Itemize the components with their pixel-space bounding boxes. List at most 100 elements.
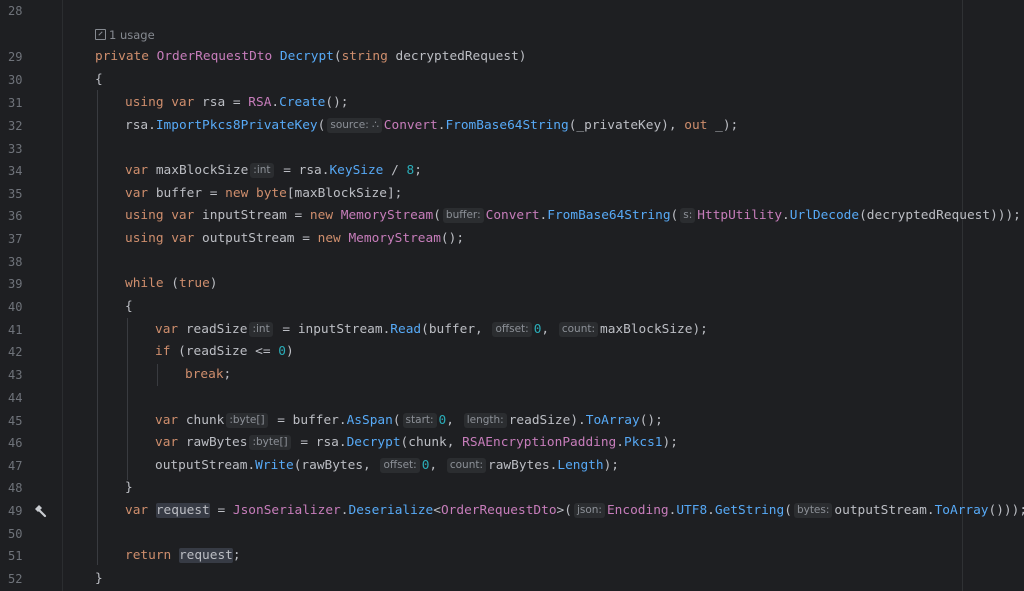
code-line[interactable]: 49 var request = JsonSerializer. Deseriali… [0, 500, 1024, 523]
code-token: outputStream. [834, 503, 935, 518]
code-text: var maxBlockSize:int = rsa.KeySize / 8; [125, 160, 422, 183]
code-token: (chunk, [400, 435, 463, 450]
code-token: { [95, 72, 103, 87]
code-token: ) [286, 344, 294, 359]
code-line[interactable]: 46 var rawBytes:byte[] = rsa.Decrypt(chun… [0, 432, 1024, 455]
code-token: = buffer. [269, 413, 347, 428]
code-token: var [155, 322, 186, 337]
code-token: private [95, 49, 157, 64]
code-token: ( [392, 413, 401, 428]
code-token: rawBytes [185, 435, 248, 450]
code-line[interactable]: 40 { [0, 296, 1024, 319]
code-token: = inputStream. [274, 322, 391, 337]
code-token: (decryptedRequest))); [859, 208, 1021, 223]
code-token: MemoryStream [348, 231, 441, 246]
code-token: ; [232, 548, 241, 563]
line-number: 37 [8, 232, 23, 246]
build-hammer-icon[interactable] [33, 504, 47, 518]
code-line[interactable]: 37 using var outputStream = new MemoryStr… [0, 228, 1024, 251]
inlay-hint: :int [250, 163, 274, 178]
code-token: Decrypt [346, 435, 401, 450]
code-token: = rsa. [275, 163, 330, 178]
code-token: 0 [278, 344, 287, 359]
code-text: var request = JsonSerializer. Deserialize… [125, 500, 1024, 523]
code-token: RSA [248, 95, 272, 110]
code-token: string [341, 49, 396, 64]
code-line[interactable]: 34 var maxBlockSize:int = rsa.KeySize / 8… [0, 160, 1024, 183]
code-line[interactable]: 42 if (readSize <= 0) [0, 341, 1024, 364]
line-number: 47 [8, 459, 23, 473]
inlay-hint: json: [573, 503, 605, 518]
code-token: readSize [185, 322, 248, 337]
code-token: while [125, 276, 172, 291]
code-line[interactable]: 33 [0, 138, 1024, 161]
code-line[interactable]: 31 using var rsa = RSA.Create(); [0, 92, 1024, 115]
line-number: 42 [8, 345, 23, 359]
line-number: 34 [8, 164, 23, 178]
code-line[interactable]: 50 [0, 523, 1024, 546]
line-number: 35 [8, 187, 23, 201]
inlay-hint: :int [249, 322, 273, 337]
usage-hint[interactable]: 1 usage [95, 25, 155, 45]
code-token: request [178, 548, 233, 563]
line-number: 36 [8, 209, 23, 223]
code-token: if [155, 344, 179, 359]
line-number: 51 [8, 549, 23, 563]
line-number: 50 [8, 527, 23, 541]
code-token: Convert [485, 208, 540, 223]
code-token: . [782, 208, 790, 223]
code-line[interactable]: 29 private OrderRequestDto Decrypt(string… [0, 46, 1024, 69]
code-token: Read [390, 322, 422, 337]
code-text: } [125, 477, 133, 500]
code-line[interactable]: 30 { [0, 69, 1024, 92]
code-token: Pkcs1 [623, 435, 663, 450]
code-line[interactable]: 47 outputStream.Write(rawBytes, offset: 0,… [0, 455, 1024, 478]
code-token: GetString [714, 503, 785, 518]
line-number: 41 [8, 323, 23, 337]
code-line[interactable]: 41 var readSize:int = inputStream.Read(bu… [0, 319, 1024, 342]
line-number: 29 [8, 50, 23, 64]
code-token: maxBlockSize); [600, 322, 708, 337]
inlay-hint: length: [463, 413, 507, 428]
code-line[interactable]: 52} [0, 568, 1024, 591]
code-line[interactable]: 51 return request; [0, 545, 1024, 568]
code-text: outputStream.Write(rawBytes, offset: 0, c… [155, 455, 619, 478]
code-token: , [446, 413, 462, 428]
code-token: ( [171, 276, 179, 291]
code-token: HttpUtility [697, 208, 783, 223]
line-number: 43 [8, 368, 23, 382]
code-line[interactable]: 45 var chunk:byte[] = buffer.AsSpan(start… [0, 410, 1024, 433]
code-line[interactable]: 28 [0, 0, 1024, 23]
code-line[interactable]: 43 break; [0, 364, 1024, 387]
line-number: 39 [8, 277, 23, 291]
line-number: 52 [8, 572, 23, 586]
code-token: new [317, 231, 349, 246]
code-line[interactable]: 36 using var inputStream = new MemoryStre… [0, 205, 1024, 228]
code-line[interactable]: 32 rsa.ImportPkcs8PrivateKey(source: ∴ Con… [0, 115, 1024, 138]
code-token: (); [325, 95, 349, 110]
code-token: (rawBytes, [293, 458, 379, 473]
code-text: var buffer = new byte[maxBlockSize]; [125, 183, 402, 206]
code-token: OrderRequestDto [440, 503, 557, 518]
code-token: = [209, 503, 233, 518]
code-text: if (readSize <= 0) [155, 341, 294, 364]
code-token: JsonSerializer [232, 503, 341, 518]
code-text: rsa.ImportPkcs8PrivateKey(source: ∴ Conve… [125, 115, 738, 138]
line-number: 38 [8, 255, 23, 269]
inlay-hint: offset: [492, 322, 532, 337]
code-line[interactable]: 38 [0, 251, 1024, 274]
code-line[interactable]: 35 var buffer = new byte[maxBlockSize]; [0, 183, 1024, 206]
code-token: [maxBlockSize]; [286, 186, 403, 201]
code-token: FromBase64String [445, 118, 569, 133]
code-token: using var [125, 95, 203, 110]
line-number: 30 [8, 73, 23, 87]
usage-hint-label: 1 usage [109, 28, 155, 42]
code-line[interactable]: 44 [0, 387, 1024, 410]
code-text: var readSize:int = inputStream.Read(buff… [155, 319, 708, 342]
code-line[interactable]: 39 while (true) [0, 273, 1024, 296]
code-token: } [95, 571, 103, 586]
code-token: _); [715, 118, 739, 133]
code-token: return [125, 548, 179, 563]
code-line[interactable]: 48} [0, 477, 1024, 500]
code-token: Decrypt [279, 49, 334, 64]
